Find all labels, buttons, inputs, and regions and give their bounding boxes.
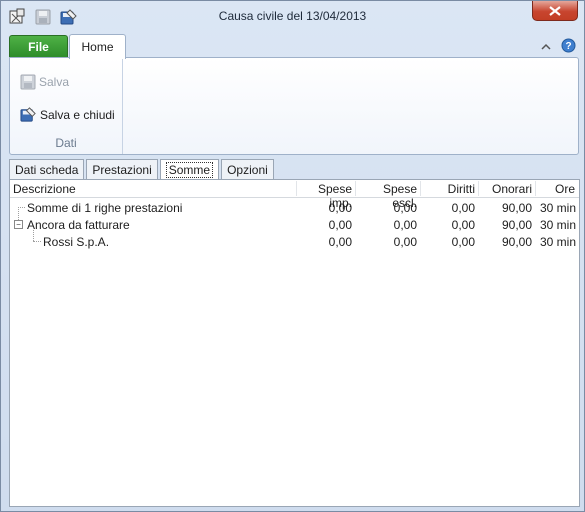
column-header-ore[interactable]: Ore — [535, 182, 575, 196]
row-onorari: 90,00 — [501, 201, 532, 215]
help-icon[interactable]: ? — [561, 38, 576, 56]
row-ore: 30 min — [539, 218, 576, 232]
row-diritti: 0,00 — [451, 201, 475, 215]
row-descrizione: Ancora da fatturare — [27, 218, 130, 232]
row-diritti: 0,00 — [451, 235, 475, 249]
row-spese-imp: 0,00 — [328, 235, 352, 249]
salva-e-chiudi-label: Salva e chiudi — [40, 107, 115, 122]
column-header-descrizione[interactable]: Descrizione — [13, 182, 76, 196]
table-row[interactable]: Somme di 1 righe prestazioni 0,00 0,00 0… — [10, 199, 579, 216]
close-icon — [549, 5, 561, 16]
row-spese-imp: 0,00 — [328, 201, 352, 215]
group-dati: Salva Salva e chiudi Dati — [10, 58, 123, 154]
row-ore: 30 min — [539, 235, 576, 249]
minimize-ribbon-icon[interactable] — [541, 40, 551, 54]
svg-text:?: ? — [565, 41, 571, 52]
row-descrizione: Somme di 1 righe prestazioni — [27, 201, 183, 215]
row-spese-escl: 0,00 — [393, 218, 417, 232]
row-spese-escl: 0,00 — [393, 235, 417, 249]
row-onorari: 90,00 — [501, 218, 532, 232]
somme-grid[interactable]: Descrizione Spese imp. Spese escl. Dirit… — [9, 179, 580, 507]
row-spese-imp: 0,00 — [328, 218, 352, 232]
column-header-diritti[interactable]: Diritti — [420, 182, 475, 196]
tab-somme[interactable]: Somme — [159, 159, 220, 180]
ribbon-panel: Salva Salva e chiudi Dati — [9, 57, 579, 155]
tab-prestazioni[interactable]: Prestazioni — [86, 159, 158, 179]
salva-button[interactable]: Salva — [20, 74, 69, 90]
table-row[interactable]: − Ancora da fatturare 0,00 0,00 0,00 90,… — [10, 216, 579, 233]
record-tabs: Dati scheda Prestazioni Somme Opzioni — [9, 159, 276, 180]
row-onorari: 90,00 — [501, 235, 532, 249]
home-tab[interactable]: Home — [69, 34, 126, 59]
collapse-icon[interactable]: − — [14, 220, 23, 229]
ribbon-tab-row: File Home ? — [1, 32, 584, 59]
row-ore: 30 min — [539, 201, 576, 215]
column-header-onorari[interactable]: Onorari — [478, 182, 532, 196]
save-icon — [20, 74, 36, 90]
tab-dati-scheda[interactable]: Dati scheda — [9, 159, 85, 179]
table-row[interactable]: Rossi S.p.A. 0,00 0,00 0,00 90,00 30 min — [10, 233, 579, 250]
app-window: Causa civile del 13/04/2013 File Home ? — [0, 0, 585, 512]
title-bar: Causa civile del 13/04/2013 — [1, 1, 584, 32]
file-tab[interactable]: File — [9, 35, 68, 58]
row-descrizione: Rossi S.p.A. — [43, 235, 110, 249]
row-spese-escl: 0,00 — [393, 201, 417, 215]
tab-opzioni[interactable]: Opzioni — [221, 159, 274, 179]
window-title: Causa civile del 13/04/2013 — [218, 9, 367, 23]
group-dati-label: Dati — [55, 136, 77, 150]
salva-e-chiudi-button[interactable]: Salva e chiudi — [20, 106, 115, 123]
salva-label: Salva — [39, 75, 70, 89]
save-close-icon — [20, 107, 36, 122]
grid-header: Descrizione Spese imp. Spese escl. Dirit… — [10, 180, 579, 210]
row-diritti: 0,00 — [451, 218, 475, 232]
close-button[interactable] — [532, 1, 578, 21]
ribbon-controls: ? — [541, 38, 576, 56]
